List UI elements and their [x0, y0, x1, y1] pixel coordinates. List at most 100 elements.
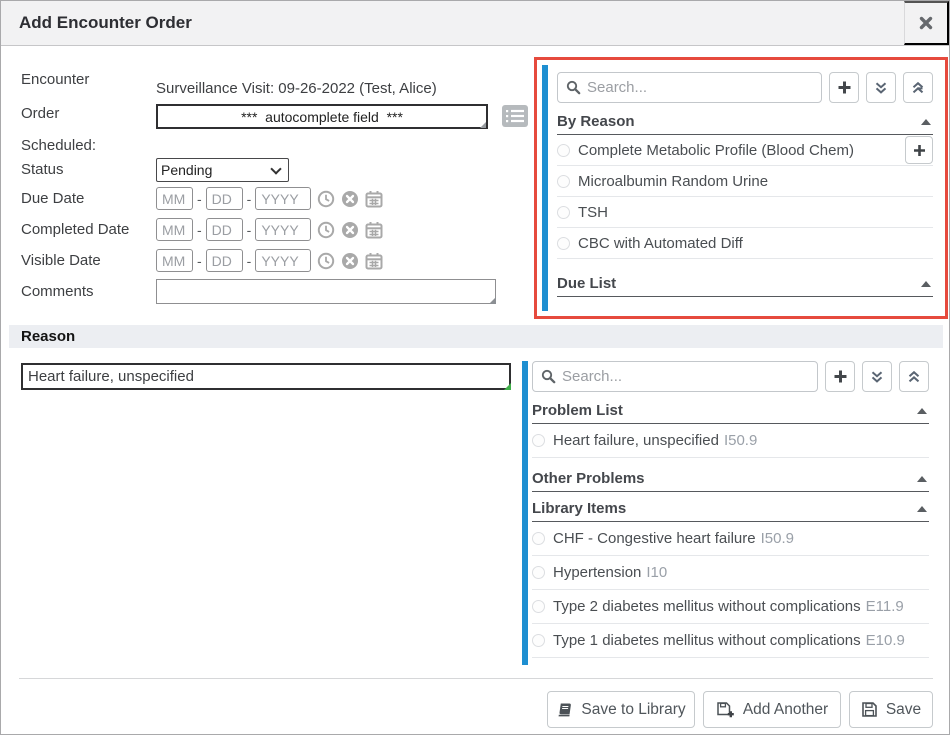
order-search-panel-highlight: By Reason Complete Metabolic Profile (Bl…	[534, 57, 948, 319]
reason-collapse-all-button[interactable]	[899, 361, 929, 392]
section-title: Due List	[557, 275, 616, 292]
close-button[interactable]	[904, 1, 949, 45]
reason-item-label: Hypertension	[553, 564, 641, 581]
reason-add-button[interactable]	[825, 361, 855, 392]
due-date-clear-button[interactable]	[341, 190, 359, 208]
section-title: By Reason	[557, 113, 635, 130]
radio-icon[interactable]	[532, 634, 545, 647]
due-date-month-input[interactable]	[156, 187, 193, 210]
completed-date-row: - -	[156, 218, 383, 241]
comments-textarea[interactable]	[156, 279, 496, 304]
book-icon	[556, 702, 573, 718]
section-header-by-reason[interactable]: By Reason	[557, 109, 933, 135]
radio-icon[interactable]	[532, 566, 545, 579]
save-button[interactable]: Save	[849, 691, 933, 728]
order-search-toolbar	[557, 72, 933, 103]
visible-date-year-input[interactable]	[255, 249, 311, 272]
visible-date-time-button[interactable]	[317, 252, 335, 270]
reason-item-label: Type 1 diabetes mellitus without complic…	[553, 632, 861, 649]
save-icon	[861, 701, 878, 718]
collapse-triangle-icon	[917, 506, 927, 512]
completed-date-time-button[interactable]	[317, 221, 335, 239]
plus-icon	[837, 80, 852, 95]
status-select[interactable]: Pending	[156, 158, 289, 182]
reason-item-row[interactable]: CHF - Congestive heart failure I50.9	[532, 522, 929, 556]
order-add-button[interactable]	[829, 72, 859, 103]
reason-item-row[interactable]: Heart failure, unspecified I50.9	[532, 424, 929, 458]
save-plus-icon	[716, 701, 735, 719]
radio-icon[interactable]	[557, 237, 570, 250]
comments-label: Comments	[21, 283, 94, 300]
order-item-add-button[interactable]	[905, 136, 933, 164]
save-label: Save	[886, 701, 921, 719]
reason-textarea[interactable]: Heart failure, unspecified	[21, 363, 511, 390]
section-title: Problem List	[532, 402, 623, 419]
radio-icon[interactable]	[557, 206, 570, 219]
order-item-row[interactable]: Complete Metabolic Profile (Blood Chem)	[557, 135, 933, 166]
add-another-button[interactable]: Add Another	[703, 691, 841, 728]
save-to-library-label: Save to Library	[581, 701, 685, 719]
radio-icon[interactable]	[532, 600, 545, 613]
reason-section-header: Reason	[9, 325, 943, 348]
diagnosis-code: I50.9	[761, 530, 794, 547]
order-search-box	[557, 72, 822, 103]
due-date-day-input[interactable]	[206, 187, 243, 210]
reason-item-label: CHF - Congestive heart failure	[553, 530, 756, 547]
reason-search-input[interactable]	[562, 368, 809, 385]
calendar-icon	[365, 252, 383, 270]
radio-icon[interactable]	[557, 144, 570, 157]
due-date-calendar-button[interactable]	[365, 190, 383, 208]
add-encounter-order-dialog: Add Encounter Order Encounter Order Sche…	[0, 0, 950, 735]
visible-date-day-input[interactable]	[206, 249, 243, 272]
order-search-input[interactable]	[587, 79, 813, 96]
order-collapse-all-button[interactable]	[903, 72, 933, 103]
section-header-due-list[interactable]: Due List	[557, 271, 933, 297]
accent-bar	[542, 65, 548, 311]
completed-date-calendar-button[interactable]	[365, 221, 383, 239]
plus-icon	[913, 144, 926, 157]
reason-item-row[interactable]: Hypertension I10	[532, 556, 929, 590]
due-date-year-input[interactable]	[255, 187, 311, 210]
completed-date-day-input[interactable]	[206, 218, 243, 241]
clock-icon	[317, 252, 335, 270]
date-separator: -	[197, 191, 202, 207]
save-to-library-button[interactable]: Save to Library	[547, 691, 695, 728]
order-label: Order	[21, 105, 59, 122]
completed-date-year-input[interactable]	[255, 218, 311, 241]
reason-item-row[interactable]: Type 2 diabetes mellitus without complic…	[532, 590, 929, 624]
section-header-problem-list[interactable]: Problem List	[532, 398, 929, 424]
calendar-icon	[365, 221, 383, 239]
radio-icon[interactable]	[532, 434, 545, 447]
reason-expand-all-button[interactable]	[862, 361, 892, 392]
encounter-value: Surveillance Visit: 09-26-2022 (Test, Al…	[156, 80, 437, 97]
visible-date-month-input[interactable]	[156, 249, 193, 272]
reason-item-row[interactable]: Type 1 diabetes mellitus without complic…	[532, 624, 929, 658]
reason-search-box	[532, 361, 818, 392]
due-date-time-button[interactable]	[317, 190, 335, 208]
double-chevron-down-icon	[870, 370, 884, 384]
double-chevron-down-icon	[874, 81, 888, 95]
diagnosis-code: I10	[646, 564, 667, 581]
order-item-row[interactable]: Microalbumin Random Urine	[557, 166, 933, 197]
radio-icon[interactable]	[532, 532, 545, 545]
search-icon	[541, 369, 556, 384]
order-item-row[interactable]: TSH	[557, 197, 933, 228]
order-autocomplete-input[interactable]	[156, 104, 488, 129]
status-label: Status	[21, 161, 64, 178]
visible-date-calendar-button[interactable]	[365, 252, 383, 270]
date-separator: -	[247, 222, 252, 238]
reason-search-toolbar	[532, 361, 929, 392]
order-item-label: CBC with Automated Diff	[578, 235, 743, 252]
section-title: Library Items	[532, 500, 626, 517]
date-separator: -	[247, 191, 252, 207]
order-item-label: TSH	[578, 204, 608, 221]
order-list-button[interactable]	[501, 105, 528, 128]
completed-date-clear-button[interactable]	[341, 221, 359, 239]
section-header-other-problems[interactable]: Other Problems	[532, 466, 929, 492]
section-header-library-items[interactable]: Library Items	[532, 496, 929, 522]
visible-date-clear-button[interactable]	[341, 252, 359, 270]
order-expand-all-button[interactable]	[866, 72, 896, 103]
radio-icon[interactable]	[557, 175, 570, 188]
order-item-row[interactable]: CBC with Automated Diff	[557, 228, 933, 259]
completed-date-month-input[interactable]	[156, 218, 193, 241]
